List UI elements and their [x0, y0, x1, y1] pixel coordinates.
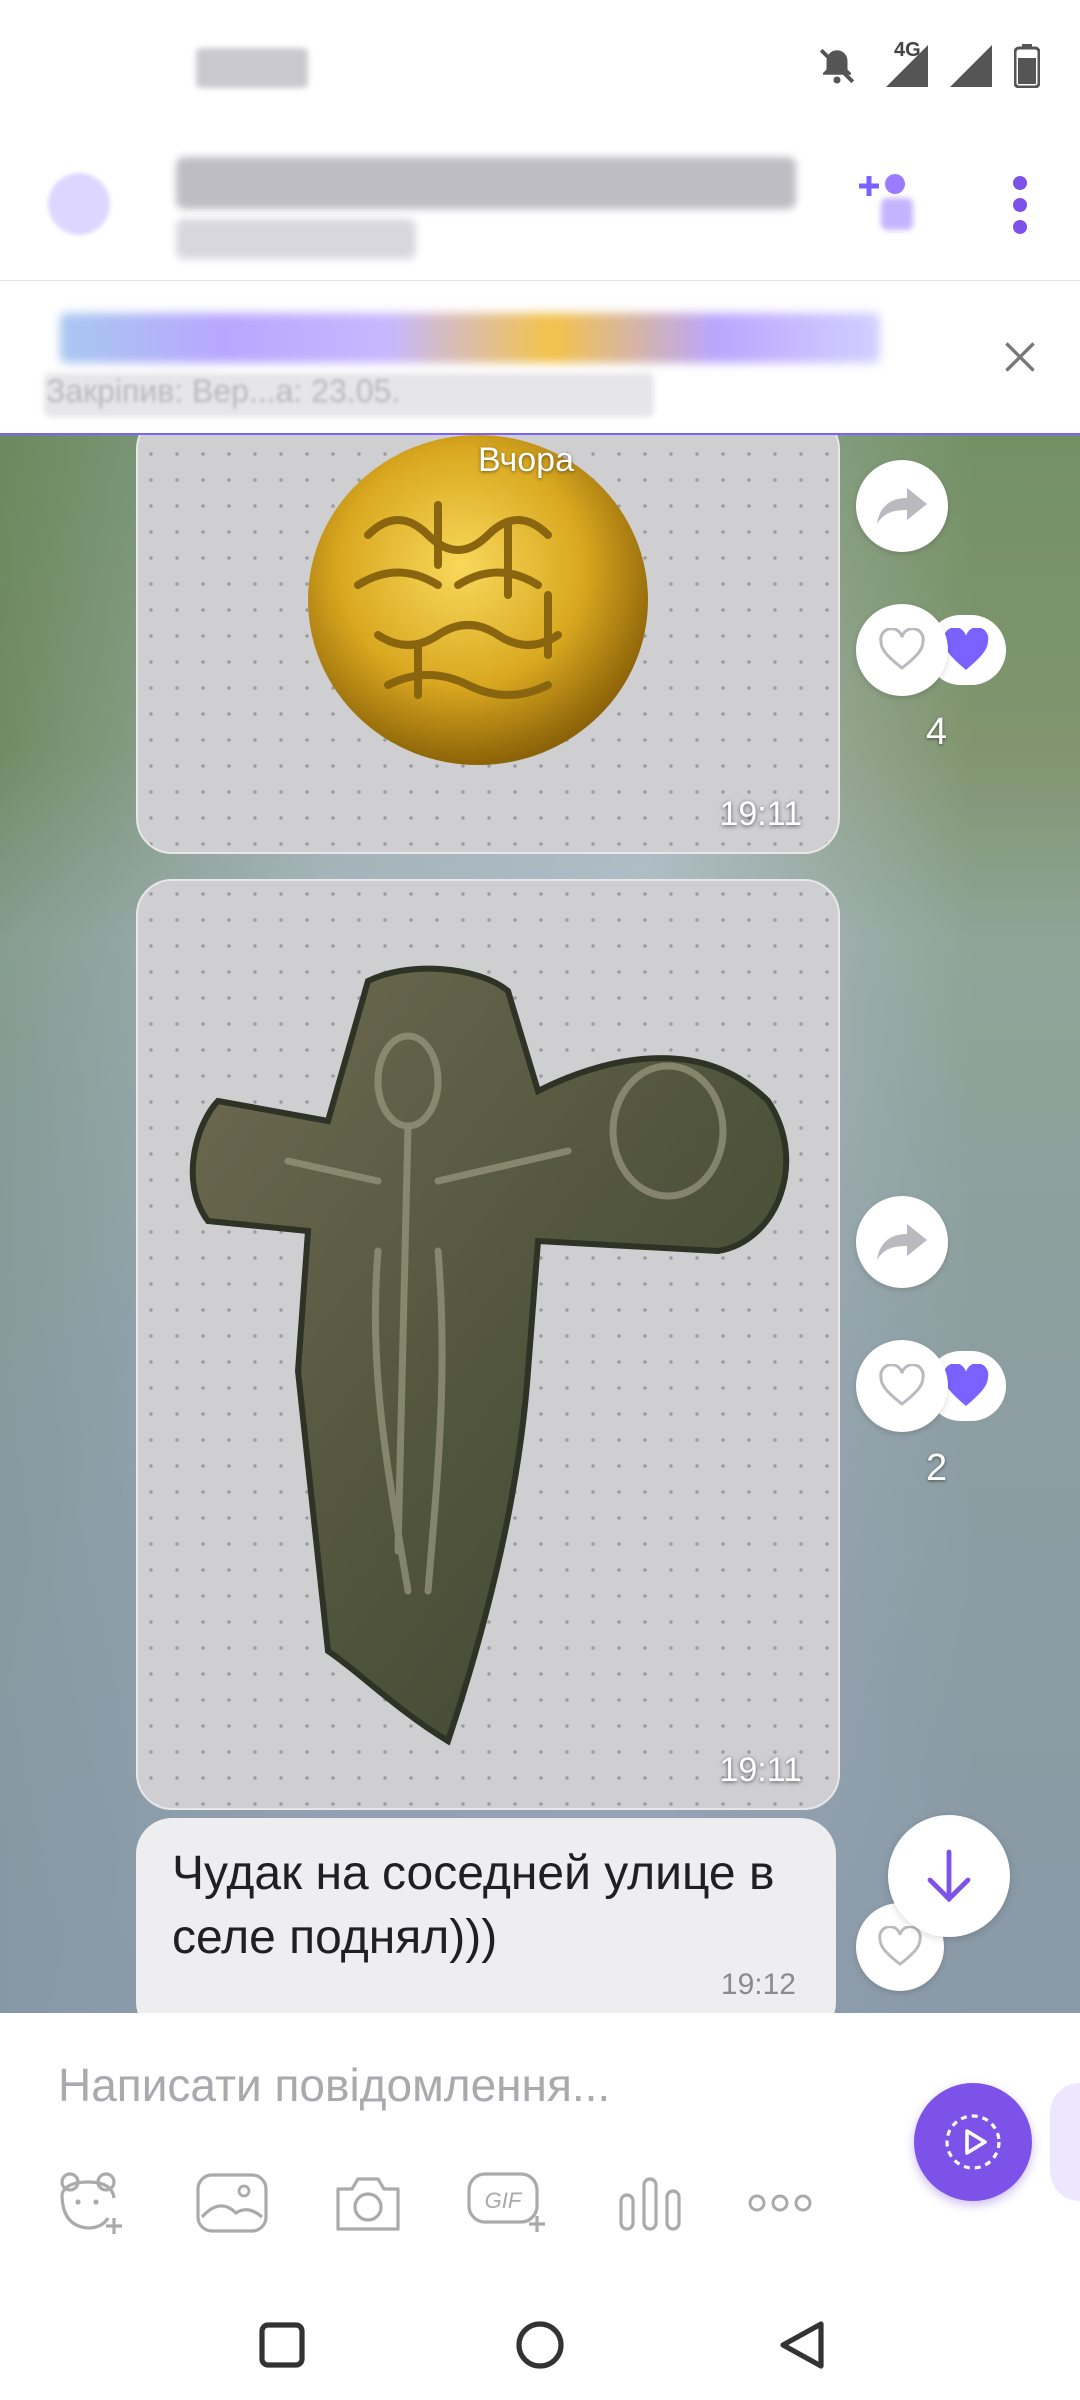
network-4g-icon: 4G — [880, 39, 928, 87]
message-time: 19:12 — [720, 1968, 796, 2001]
play-circle-icon — [945, 2114, 1001, 2170]
gold-coin-image — [308, 435, 648, 765]
date-divider: Вчора — [478, 441, 574, 479]
camera-icon — [336, 2177, 400, 2231]
reaction-group — [856, 1340, 1006, 1432]
triangle-back-icon — [780, 2321, 824, 2369]
chat-subtitle-blurred — [176, 219, 416, 259]
bronze-cross-image — [189, 965, 790, 1746]
square-icon — [259, 2322, 305, 2368]
back-button[interactable] — [762, 2305, 842, 2385]
arrow-down-icon — [927, 1849, 971, 1903]
heart-outline-icon — [879, 628, 925, 670]
heart-outline-icon — [879, 1364, 925, 1406]
mute-bell-icon — [816, 45, 858, 87]
pinned-content-blurred — [60, 313, 880, 363]
heart-filled-icon — [943, 1364, 989, 1406]
more-horizontal-icon — [748, 2194, 812, 2212]
composer-toolbar: GIF — [0, 2153, 880, 2253]
message-time: 19:11 — [719, 1751, 802, 1789]
gallery-image-icon — [196, 2173, 268, 2233]
add-member-button[interactable] — [848, 165, 928, 245]
poll-bars-icon — [619, 2177, 681, 2231]
chat-area[interactable]: Вчора 19:11 4 19:11 2 Чудак на соседней … — [0, 433, 1080, 2013]
like-button[interactable] — [856, 1340, 948, 1432]
like-count: 4 — [926, 711, 948, 753]
voice-video-message-button[interactable] — [914, 2083, 1032, 2201]
gif-button[interactable]: GIF — [458, 2153, 558, 2253]
more-options-button[interactable] — [730, 2153, 830, 2253]
forward-arrow-icon — [877, 488, 927, 524]
pinned-close-button[interactable] — [996, 333, 1044, 381]
network-type-label: 4G — [894, 39, 921, 61]
secondary-action-edge — [1050, 2083, 1080, 2201]
close-icon — [1005, 342, 1035, 372]
more-options-button[interactable] — [980, 165, 1060, 245]
reaction-group — [856, 604, 1006, 696]
sticker-button[interactable] — [40, 2153, 140, 2253]
avatar[interactable] — [48, 173, 110, 235]
text-message[interactable]: Чудак на соседней улице в селе поднял)))… — [136, 1818, 836, 2013]
circle-icon — [516, 2321, 564, 2369]
status-bar: 4G — [0, 0, 1080, 135]
gallery-button[interactable] — [182, 2153, 282, 2253]
sticker-bear-icon — [60, 2172, 122, 2234]
forward-arrow-icon — [877, 1224, 927, 1260]
add-member-icon — [859, 174, 913, 230]
image-message-cross[interactable]: 19:11 — [136, 879, 840, 1810]
message-time: 19:11 — [719, 795, 802, 833]
gif-icon: GIF — [467, 2172, 545, 2232]
camera-button[interactable] — [318, 2153, 418, 2253]
system-navigation-bar — [0, 2283, 1080, 2400]
message-input[interactable] — [56, 2049, 860, 2121]
image-message-coin[interactable]: 19:11 — [136, 433, 840, 854]
status-icons: 4G — [816, 39, 1040, 88]
forward-button[interactable] — [856, 1196, 948, 1288]
like-button[interactable] — [856, 604, 948, 696]
message-composer: GIF — [0, 2013, 1080, 2283]
like-count: 2 — [926, 1447, 948, 1489]
status-time-blurred — [196, 48, 308, 88]
message-text: Чудак на соседней улице в селе поднял))) — [172, 1847, 775, 1964]
more-vertical-icon — [1013, 176, 1027, 234]
chat-header — [0, 135, 1080, 281]
battery-icon — [1014, 44, 1040, 88]
heart-filled-icon — [943, 628, 989, 670]
heart-outline-icon — [878, 1926, 922, 1967]
scroll-to-bottom-button[interactable] — [888, 1815, 1010, 1937]
recents-button[interactable] — [242, 2305, 322, 2385]
pinned-meta-text: Закріпив: Вер...а: 23.05. — [46, 373, 401, 409]
signal-icon — [950, 45, 992, 87]
chat-title-blurred[interactable] — [176, 157, 796, 209]
svg-text:GIF: GIF — [485, 2188, 523, 2213]
forward-button[interactable] — [856, 460, 948, 552]
home-button[interactable] — [500, 2305, 580, 2385]
poll-button[interactable] — [600, 2153, 700, 2253]
pinned-message-bar[interactable]: Закріпив: Вер...а: 23.05. — [0, 281, 1080, 435]
